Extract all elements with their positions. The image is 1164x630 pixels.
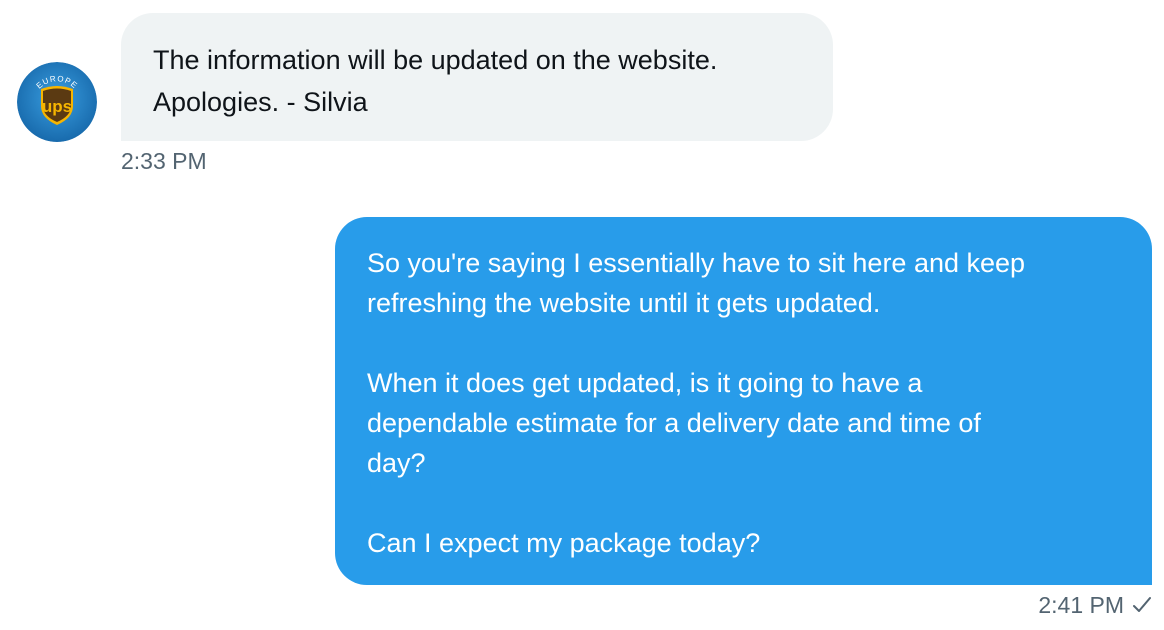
outgoing-message-bubble[interactable]: So you're saying I essentially have to s… xyxy=(335,217,1152,585)
message-line: The information will be updated on the w… xyxy=(153,45,718,75)
message-paragraph: Can I expect my package today? xyxy=(367,523,1120,563)
message-line: day? xyxy=(367,448,426,478)
avatar-logo-text: ups xyxy=(42,97,72,116)
checkmark-sent-icon xyxy=(1132,595,1152,615)
message-paragraph: When it does get updated, is it going to… xyxy=(367,363,1120,483)
message-line: refreshing the website until it gets upd… xyxy=(367,288,881,318)
incoming-timestamp: 2:33 PM xyxy=(121,148,207,174)
outgoing-timestamp-row: 2:41 PM xyxy=(1038,589,1152,621)
message-line: Can I expect my package today? xyxy=(367,528,761,558)
message-line: So you're saying I essentially have to s… xyxy=(367,248,1026,278)
message-line: When it does get updated, is it going to… xyxy=(367,368,923,398)
message-line: dependable estimate for a delivery date … xyxy=(367,408,981,438)
message-paragraph: So you're saying I essentially have to s… xyxy=(367,243,1120,323)
message-line: Apologies. - Silvia xyxy=(153,87,368,117)
ups-europe-logo-icon: EUROPE ups xyxy=(17,62,97,142)
sender-avatar[interactable]: EUROPE ups xyxy=(17,62,97,142)
outgoing-timestamp: 2:41 PM xyxy=(1038,592,1124,618)
incoming-message-bubble[interactable]: The information will be updated on the w… xyxy=(121,13,833,141)
